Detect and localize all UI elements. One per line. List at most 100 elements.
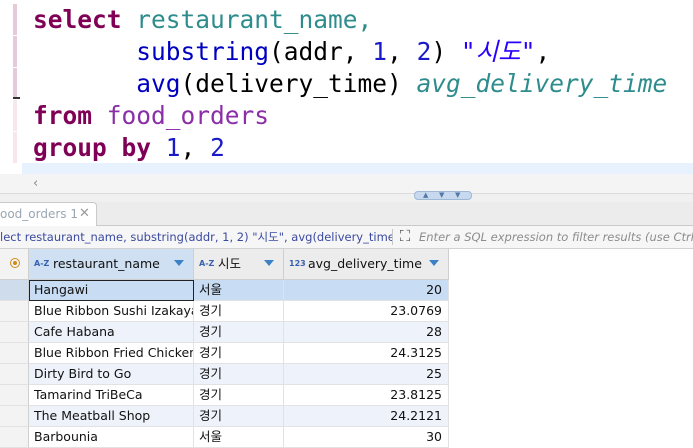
results-tabbar: ood_orders 1 ✕ — [0, 202, 693, 226]
cell-avg-delivery-time[interactable]: 28 — [284, 322, 449, 343]
code-line-1: select restaurant_name, — [33, 4, 372, 36]
gutter-fold-mark — [13, 97, 20, 99]
row-number[interactable] — [0, 427, 29, 448]
function-avg: avg — [136, 69, 181, 98]
number-literal: 2 — [210, 133, 225, 162]
select-all-icon[interactable] — [10, 258, 20, 268]
cell-avg-delivery-time[interactable]: 25 — [284, 364, 449, 385]
table-row[interactable]: Tamarind TriBeCa 경기 23.8125 — [0, 385, 449, 406]
cell-restaurant-name[interactable]: Blue Ribbon Sushi Izakaya — [29, 301, 194, 322]
number-literal: 1 — [372, 37, 388, 66]
sort-icon[interactable] — [429, 260, 439, 266]
column-header-sido[interactable]: A-Z 시도 — [194, 249, 284, 280]
close-icon[interactable]: ✕ — [79, 206, 90, 221]
column-alias: avg_delivery_time — [416, 69, 668, 98]
editor-gutter — [0, 0, 22, 174]
cell-avg-delivery-time[interactable]: 24.2121 — [284, 406, 449, 427]
sort-icon[interactable] — [174, 260, 184, 266]
cell-restaurant-name[interactable]: Tamarind TriBeCa — [29, 385, 194, 406]
gutter-marker — [13, 68, 17, 99]
row-number[interactable] — [0, 343, 29, 364]
table-row[interactable]: Cafe Habana 경기 28 — [0, 322, 449, 343]
row-number[interactable] — [0, 280, 29, 301]
tab-results-label: ood_orders 1 — [0, 207, 78, 221]
expand-icon[interactable]: ⛶ — [397, 228, 413, 244]
column-header-label: avg_delivery_time — [308, 256, 422, 271]
filter-bar: lect restaurant_name, substring(addr, 1,… — [0, 226, 693, 249]
editor-horizontal-scrollbar[interactable]: ‹ — [0, 174, 693, 193]
keyword-from: from — [33, 101, 93, 130]
cell-restaurant-name[interactable]: Dirty Bird to Go — [29, 364, 194, 385]
cell-restaurant-name[interactable]: Hangawi — [29, 280, 194, 301]
function-args: (addr, — [269, 37, 373, 66]
table-ref: food_orders — [106, 101, 270, 130]
function-close: ) — [431, 37, 461, 66]
gutter-marker — [13, 132, 17, 163]
sort-icon[interactable] — [264, 260, 274, 266]
cell-sido[interactable]: 경기 — [194, 406, 284, 427]
table-row[interactable]: Blue Ribbon Sushi Izakaya 경기 23.0769 — [0, 301, 449, 322]
sql-editor[interactable]: select restaurant_name, substring(addr, … — [0, 0, 693, 174]
cell-restaurant-name[interactable]: Cafe Habana — [29, 322, 194, 343]
filter-input[interactable] — [419, 228, 693, 246]
column-ref: restaurant_name, — [136, 5, 373, 34]
cell-restaurant-name[interactable]: The Meatball Shop — [29, 406, 194, 427]
table-row[interactable]: Barbounia 서울 30 — [0, 427, 449, 448]
cell-sido[interactable]: 경기 — [194, 364, 284, 385]
text-type-icon: A-Z — [34, 259, 50, 268]
row-number[interactable] — [0, 364, 29, 385]
separator: , — [180, 133, 211, 162]
code-line-5: group by 1, 2 — [33, 132, 225, 164]
cell-restaurant-name[interactable]: Blue Ribbon Fried Chicken — [29, 343, 194, 364]
cell-avg-delivery-time[interactable]: 24.3125 — [284, 343, 449, 364]
query-text: lect restaurant_name, substring(addr, 1,… — [0, 230, 392, 244]
number-literal: 2 — [416, 37, 432, 66]
cell-avg-delivery-time[interactable]: 23.0769 — [284, 301, 449, 322]
keyword-select: select — [33, 5, 122, 34]
keyword-group-by: group by — [33, 133, 152, 162]
grid-header: A-Z restaurant_name A-Z 시도 123 avg_deliv… — [0, 249, 693, 280]
function-substring: substring — [136, 37, 270, 66]
cell-sido[interactable]: 서울 — [194, 280, 284, 301]
gutter-marker — [13, 36, 17, 67]
cell-restaurant-name[interactable]: Barbounia — [29, 427, 194, 448]
result-grid: A-Z restaurant_name A-Z 시도 123 avg_deliv… — [0, 249, 693, 448]
cell-avg-delivery-time[interactable]: 20 — [284, 280, 449, 301]
separator: , — [535, 37, 551, 66]
separator: , — [387, 37, 417, 66]
table-row[interactable]: The Meatball Shop 경기 24.2121 — [0, 406, 449, 427]
number-type-icon: 123 — [289, 259, 306, 268]
grid-corner[interactable] — [0, 249, 29, 280]
arrow-up-icon[interactable]: ▲ — [423, 192, 428, 199]
gutter-marker — [13, 4, 17, 35]
tab-results[interactable]: ood_orders 1 ✕ — [0, 202, 97, 226]
cell-sido[interactable]: 경기 — [194, 385, 284, 406]
cell-avg-delivery-time[interactable]: 23.8125 — [284, 385, 449, 406]
row-number[interactable] — [0, 406, 29, 427]
scroll-left-icon[interactable]: ‹ — [33, 176, 38, 191]
row-number[interactable] — [0, 322, 29, 343]
column-header-avg-delivery-time[interactable]: 123 avg_delivery_time — [284, 249, 449, 280]
column-header-label: 시도 — [218, 256, 242, 271]
cell-sido[interactable]: 경기 — [194, 301, 284, 322]
divider — [392, 229, 393, 245]
table-row[interactable]: Dirty Bird to Go 경기 25 — [0, 364, 449, 385]
column-header-label: restaurant_name — [53, 256, 160, 271]
divider-grip[interactable]: ▲ ▼ ▼ — [414, 191, 472, 200]
row-number[interactable] — [0, 301, 29, 322]
arrow-down-icon[interactable]: ▼ — [439, 192, 444, 199]
code-line-3: avg(delivery_time) avg_delivery_time — [33, 68, 667, 100]
column-header-restaurant-name[interactable]: A-Z restaurant_name — [29, 249, 194, 280]
cell-avg-delivery-time[interactable]: 30 — [284, 427, 449, 448]
cell-sido[interactable]: 경기 — [194, 322, 284, 343]
current-line-highlight — [22, 163, 693, 174]
arrow-down-icon[interactable]: ▼ — [455, 192, 460, 199]
table-row[interactable]: Blue Ribbon Fried Chicken 경기 24.3125 — [0, 343, 449, 364]
string-alias: "시도" — [460, 37, 536, 66]
cell-sido[interactable]: 서울 — [194, 427, 284, 448]
table-row[interactable]: Hangawi 서울 20 — [0, 280, 449, 301]
cell-sido[interactable]: 경기 — [194, 343, 284, 364]
row-number[interactable] — [0, 385, 29, 406]
number-literal: 1 — [165, 133, 181, 162]
code-line-2: substring(addr, 1, 2) "시도", — [33, 36, 550, 68]
